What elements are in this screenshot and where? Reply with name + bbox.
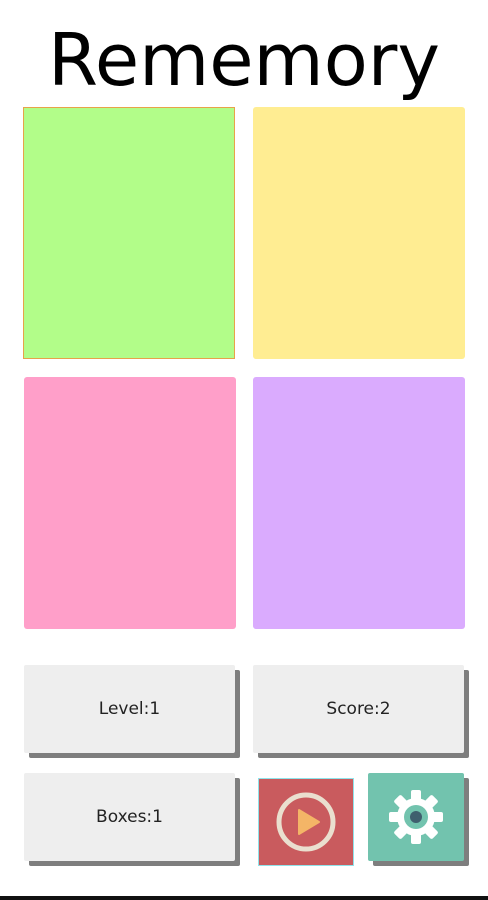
play-button[interactable] xyxy=(258,778,354,866)
memory-tile-green[interactable] xyxy=(23,107,235,359)
boxes-display: Boxes:1 xyxy=(24,773,235,861)
level-display: Level:1 xyxy=(24,665,235,753)
bottom-divider xyxy=(0,896,488,900)
memory-tile-pink[interactable] xyxy=(24,377,236,629)
settings-button[interactable] xyxy=(368,773,464,861)
score-display: Score:2 xyxy=(253,665,464,753)
app-title: Rememory xyxy=(48,18,440,102)
level-label: Level:1 xyxy=(98,699,161,719)
play-icon xyxy=(276,792,336,852)
memory-tile-purple[interactable] xyxy=(253,377,465,629)
gear-icon xyxy=(389,790,443,844)
memory-tile-yellow[interactable] xyxy=(253,107,465,359)
boxes-label: Boxes:1 xyxy=(96,807,163,827)
score-label: Score:2 xyxy=(326,699,391,719)
